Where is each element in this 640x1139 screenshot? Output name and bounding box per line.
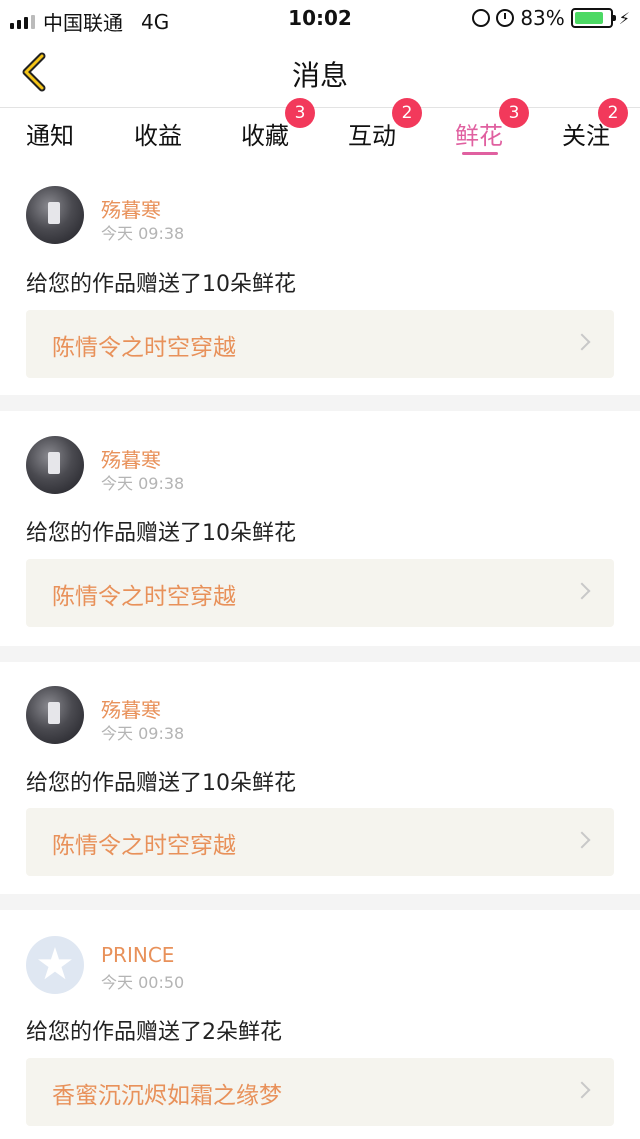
divider xyxy=(0,646,640,662)
battery-icon xyxy=(570,8,616,28)
work-title: 香蜜沉沉烬如霜之缘梦 xyxy=(52,1083,282,1109)
work-link[interactable]: 陈情令之时空穿越 xyxy=(26,808,614,876)
tab-notifications[interactable]: 通知 xyxy=(26,116,74,151)
avatar[interactable] xyxy=(26,436,84,494)
message-text: 给您的作品赠送了10朵鲜花 xyxy=(26,521,296,546)
tab-label: 通知 xyxy=(26,122,74,150)
tab-interactions[interactable]: 互动 2 xyxy=(348,98,422,151)
message-text: 给您的作品赠送了10朵鲜花 xyxy=(26,771,296,796)
message-time: 今天 09:38 xyxy=(101,224,185,243)
nav-bar: 消息 xyxy=(0,36,640,108)
work-title: 陈情令之时空穿越 xyxy=(52,833,236,859)
message-time: 今天 00:50 xyxy=(101,973,185,992)
avatar[interactable] xyxy=(26,186,84,244)
work-link[interactable]: 香蜜沉沉烬如霜之缘梦 xyxy=(26,1058,614,1126)
count-badge: 3 xyxy=(285,98,315,128)
chevron-right-icon xyxy=(573,333,591,351)
tab-label: 互动 xyxy=(348,122,396,150)
message-card: PRINCE 今天 00:50 给您的作品赠送了2朵鲜花 香蜜沉沉烬如霜之缘梦 xyxy=(0,910,640,1139)
rotation-lock-icon xyxy=(472,9,491,27)
message-card: 殇暮寒 今天 09:38 给您的作品赠送了10朵鲜花 陈情令之时空穿越 xyxy=(0,160,640,395)
chevron-right-icon xyxy=(573,831,591,849)
tab-label: 鲜花 xyxy=(455,122,503,150)
status-bar: 中国联通 4G 10:02 83% ⚡ xyxy=(0,0,640,36)
work-link[interactable]: 陈情令之时空穿越 xyxy=(26,310,614,378)
work-title: 陈情令之时空穿越 xyxy=(52,584,236,610)
message-text: 给您的作品赠送了2朵鲜花 xyxy=(26,1020,282,1045)
avatar[interactable] xyxy=(26,936,84,994)
sender-name[interactable]: 殇暮寒 xyxy=(101,194,161,223)
tab-label: 收藏 xyxy=(241,122,289,150)
tab-follows[interactable]: 关注 2 xyxy=(562,98,628,151)
tab-label: 关注 xyxy=(562,122,610,150)
charging-icon: ⚡ xyxy=(618,8,630,28)
divider xyxy=(0,894,640,910)
tab-earnings[interactable]: 收益 xyxy=(134,116,182,151)
work-title: 陈情令之时空穿越 xyxy=(52,335,236,361)
sender-name[interactable]: PRINCE xyxy=(101,943,174,967)
alarm-icon xyxy=(496,9,515,27)
count-badge: 3 xyxy=(499,98,529,128)
page-title: 消息 xyxy=(291,59,348,92)
divider xyxy=(0,395,640,411)
tab-flowers[interactable]: 鲜花 3 xyxy=(455,98,529,151)
tab-favorites[interactable]: 收藏 3 xyxy=(241,98,315,151)
chevron-right-icon xyxy=(573,1081,591,1099)
sender-name[interactable]: 殇暮寒 xyxy=(101,444,161,473)
tab-label: 收益 xyxy=(134,122,182,150)
tab-bar: 通知 收益 收藏 3 互动 2 鲜花 3 关注 2 xyxy=(0,98,640,158)
count-badge: 2 xyxy=(598,98,628,128)
count-badge: 2 xyxy=(392,98,422,128)
active-tab-indicator xyxy=(462,152,498,155)
message-text: 给您的作品赠送了10朵鲜花 xyxy=(26,272,296,297)
message-card: 殇暮寒 今天 09:38 给您的作品赠送了10朵鲜花 陈情令之时空穿越 xyxy=(0,411,640,646)
work-link[interactable]: 陈情令之时空穿越 xyxy=(26,559,614,627)
battery-percent: 83% xyxy=(520,6,565,30)
avatar[interactable] xyxy=(26,686,84,744)
chevron-right-icon xyxy=(573,582,591,600)
message-time: 今天 09:38 xyxy=(101,474,185,493)
sender-name[interactable]: 殇暮寒 xyxy=(101,694,161,723)
message-time: 今天 09:38 xyxy=(101,724,185,743)
message-card: 殇暮寒 今天 09:38 给您的作品赠送了10朵鲜花 陈情令之时空穿越 xyxy=(0,662,640,897)
